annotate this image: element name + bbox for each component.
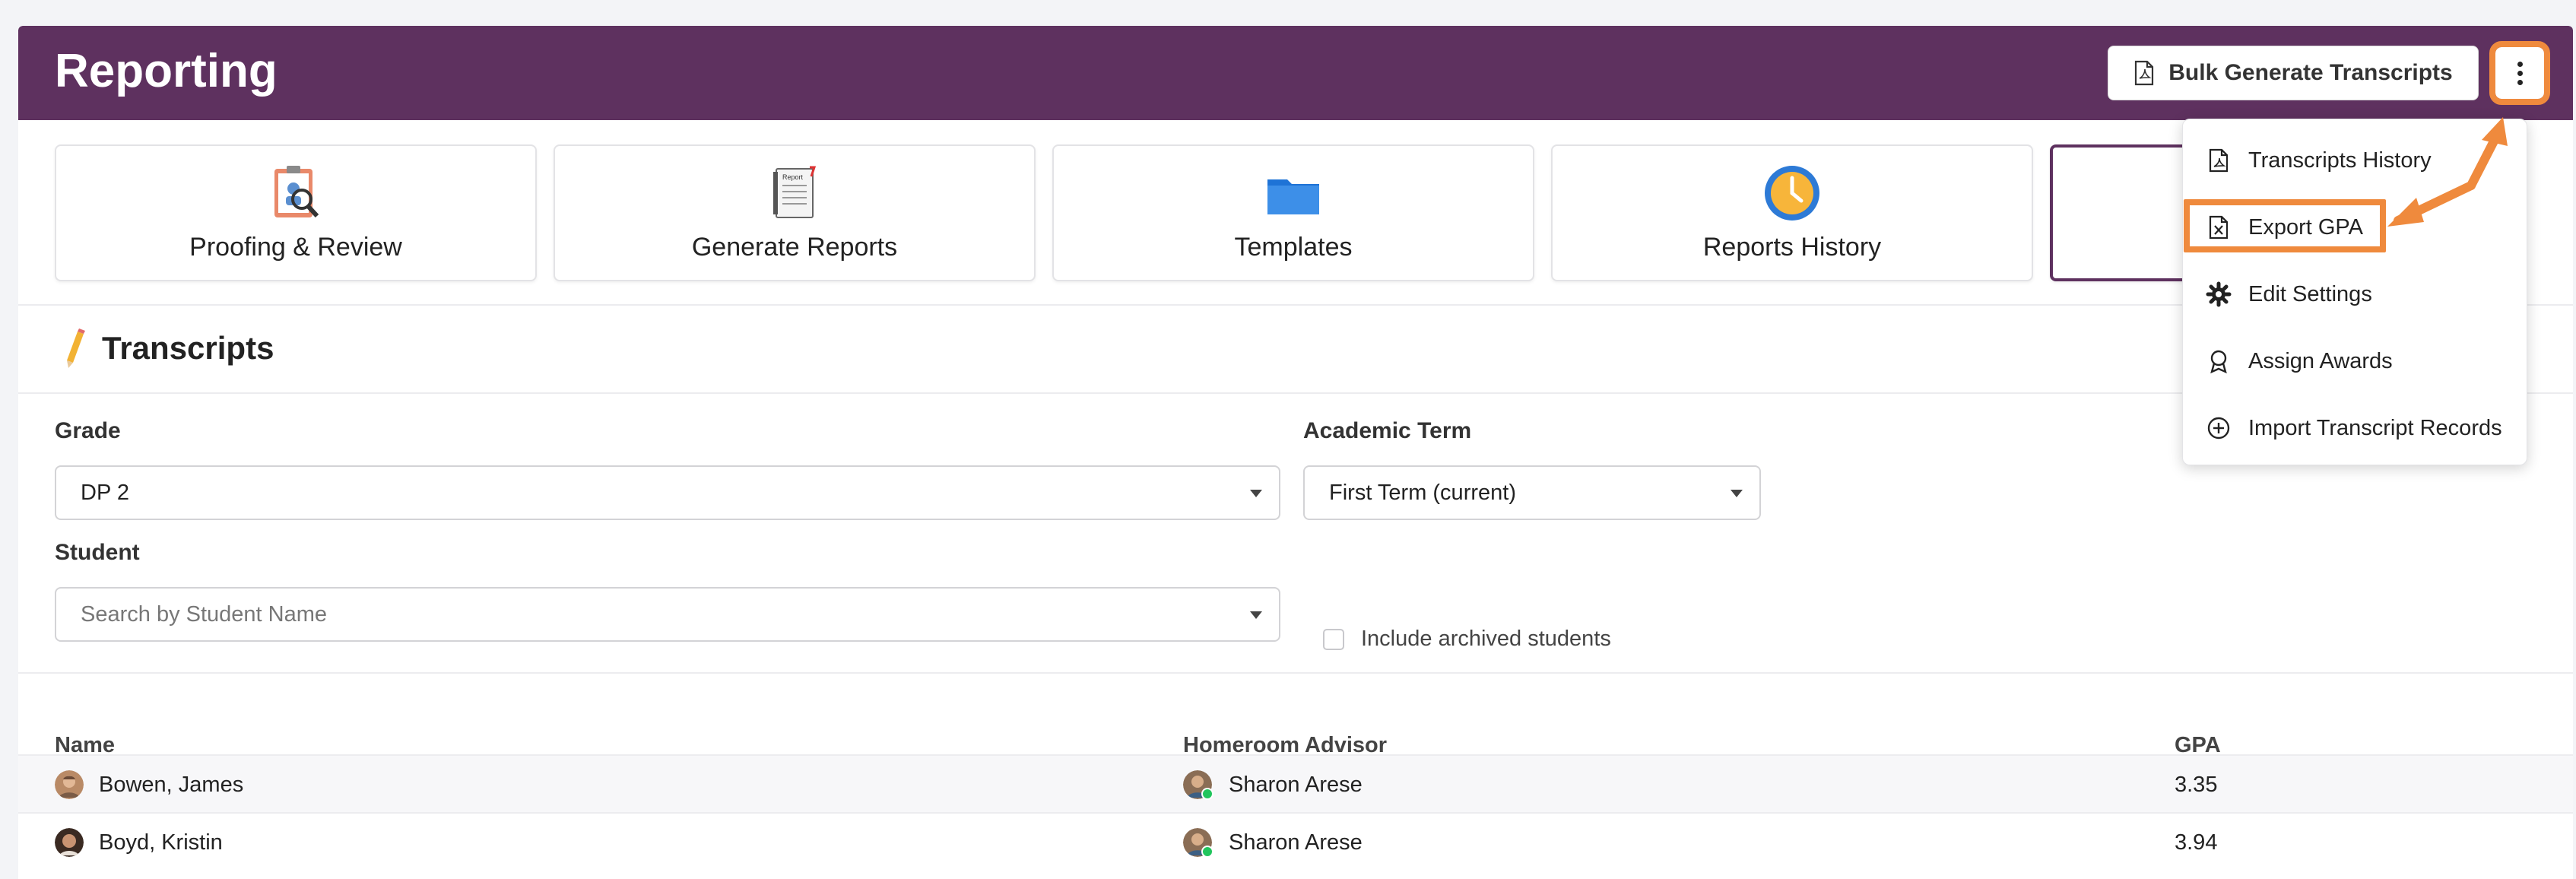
- section-title: Transcripts: [102, 330, 274, 366]
- bulk-generate-transcripts-button[interactable]: Bulk Generate Transcripts: [2108, 46, 2479, 100]
- grade-select[interactable]: DP 2: [55, 465, 1280, 520]
- advisor-name: Sharon Arese: [1229, 830, 1363, 855]
- tile-label: Reports History: [1702, 233, 1882, 262]
- page-title: Reporting: [55, 45, 278, 97]
- menu-item-edit-settings[interactable]: Edit Settings: [2206, 271, 2372, 317]
- caret-down-icon: [1250, 490, 1262, 497]
- page-header: Reporting Bulk Generate Transcripts: [18, 26, 2573, 120]
- tile-proofing-review[interactable]: Proofing & Review: [55, 144, 537, 281]
- pencil-icon: [67, 328, 85, 368]
- clock-icon: [1765, 166, 1819, 221]
- svg-text:Report: Report: [782, 173, 804, 181]
- table-row[interactable]: Boyd, Kristin Sharon Arese 3.94: [18, 812, 2573, 870]
- online-status-icon: [1201, 846, 1213, 858]
- tile-label: Templates: [1234, 233, 1353, 262]
- term-value: First Term (current): [1329, 480, 1516, 505]
- student-search-select[interactable]: Search by Student Name: [55, 587, 1280, 642]
- student-placeholder: Search by Student Name: [81, 601, 328, 627]
- menu-item-label: Edit Settings: [2248, 281, 2372, 306]
- export-gpa-highlight: [2184, 199, 2386, 252]
- term-label: Academic Term: [1303, 418, 1472, 443]
- bulk-generate-label: Bulk Generate Transcripts: [2168, 60, 2453, 85]
- divider: [18, 672, 2573, 674]
- advisor-name: Sharon Arese: [1229, 773, 1363, 797]
- pdf-file-icon: [2135, 60, 2154, 86]
- student-name[interactable]: Bowen, James: [99, 773, 243, 798]
- tile-templates[interactable]: Templates: [1052, 144, 1534, 281]
- avatar: [55, 828, 84, 857]
- kebab-icon: [2517, 61, 2523, 85]
- online-status-icon: [1201, 788, 1213, 800]
- plus-circle-icon: [2207, 417, 2230, 440]
- tile-reports-history[interactable]: Reports History: [1551, 144, 2033, 281]
- more-options-button[interactable]: [2489, 41, 2550, 105]
- menu-item-assign-awards[interactable]: Assign Awards: [2206, 338, 2393, 384]
- avatar: [55, 770, 84, 799]
- tile-label: Generate Reports: [691, 233, 898, 262]
- folder-icon: [1267, 179, 1319, 214]
- include-archived-option[interactable]: Include archived students: [1323, 627, 1611, 652]
- report-cards-icon: Report: [773, 166, 817, 218]
- include-archived-checkbox[interactable]: [1323, 628, 1344, 650]
- tile-generate-reports[interactable]: Report Generate Reports: [554, 144, 1036, 281]
- annotation-arrows: [2387, 117, 2508, 227]
- menu-item-import-transcript-records[interactable]: Import Transcript Records: [2206, 405, 2502, 451]
- tile-label: Proofing & Review: [189, 233, 402, 262]
- gear-icon: [2206, 281, 2232, 307]
- pdf-file-icon: [2209, 148, 2229, 173]
- gpa-value: 3.94: [2175, 830, 2218, 855]
- award-icon: [2210, 350, 2227, 374]
- table-row[interactable]: Bowen, James Sharon Arese 3.35: [18, 754, 2573, 812]
- menu-item-label: Import Transcript Records: [2248, 415, 2502, 440]
- include-archived-label: Include archived students: [1361, 627, 1611, 651]
- grade-value: DP 2: [81, 480, 129, 505]
- menu-item-label: Assign Awards: [2248, 348, 2393, 373]
- student-label: Student: [55, 540, 140, 565]
- clipboard-review-icon: [274, 166, 319, 218]
- caret-down-icon: [1731, 490, 1743, 497]
- caret-down-icon: [1250, 611, 1262, 619]
- student-name[interactable]: Boyd, Kristin: [99, 830, 223, 855]
- grade-label: Grade: [55, 418, 121, 443]
- gpa-value: 3.35: [2175, 773, 2218, 797]
- academic-term-select[interactable]: First Term (current): [1303, 465, 1761, 520]
